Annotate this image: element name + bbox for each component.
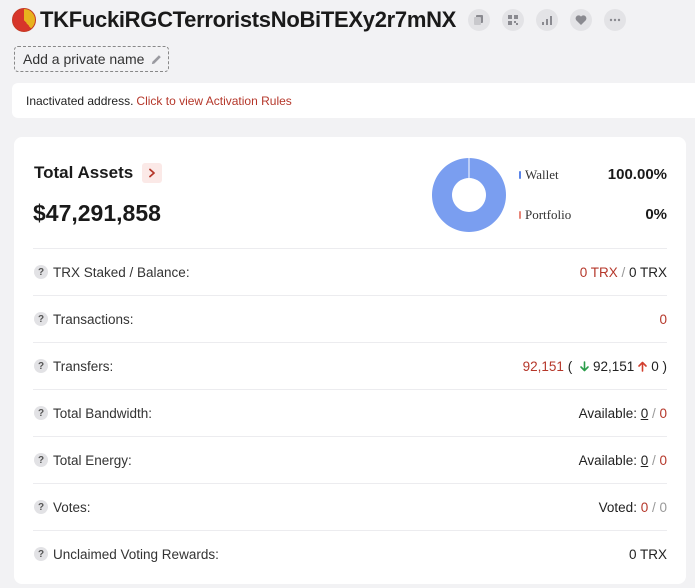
row-label: Total Energy: — [53, 452, 132, 468]
activation-rules-link[interactable]: Click to view Activation Rules — [136, 94, 291, 108]
row-label: Unclaimed Voting Rewards: — [53, 546, 219, 562]
page-header: TKFuckiRGCTerroristsNoBiTEXy2r7mNX — [12, 6, 692, 34]
row-label: Transactions: — [53, 311, 134, 327]
available-prefix: Available: — [578, 405, 641, 421]
legend-portfolio: Portfolio 0% — [519, 206, 667, 223]
staked-balance-value: 0 TRX / 0 TRX — [580, 265, 667, 280]
legend-portfolio-marker — [519, 210, 521, 219]
copy-icon — [474, 15, 484, 25]
legend-wallet-value: 100.00% — [607, 166, 667, 183]
chevron-right-icon — [149, 168, 156, 178]
assets-card: Total Assets $47,291,858 Wallet 100.00% … — [14, 137, 686, 584]
energy-available[interactable]: 0 — [641, 453, 649, 468]
row-trx-staked: ? TRX Staked / Balance: 0 TRX / 0 TRX — [33, 248, 667, 295]
row-total-energy: ? Total Energy: Available: 0 / 0 — [33, 436, 667, 483]
chart-button[interactable] — [536, 9, 559, 31]
transfers-in: 92,151 — [592, 358, 635, 374]
copy-button[interactable] — [468, 9, 491, 31]
legend-wallet-label: Wallet — [525, 166, 559, 182]
transactions-count[interactable]: 0 — [659, 312, 667, 327]
help-icon[interactable]: ? — [34, 453, 48, 467]
separator: / — [617, 264, 629, 280]
bandwidth-available[interactable]: 0 — [641, 406, 649, 421]
row-label: Votes: — [53, 499, 91, 515]
row-votes: ? Votes: Voted: 0 / 0 — [33, 483, 667, 530]
row-label: TRX Staked / Balance: — [53, 264, 190, 280]
energy-total: 0 — [659, 452, 667, 468]
transfers-out: 0 — [651, 358, 659, 374]
heart-icon — [575, 15, 587, 25]
help-icon[interactable]: ? — [34, 359, 48, 373]
legend-portfolio-value: 0% — [645, 206, 667, 223]
row-total-bandwidth: ? Total Bandwidth: Available: 0 / 0 — [33, 389, 667, 436]
row-transactions: ? Transactions: 0 — [33, 295, 667, 342]
qrcode-button[interactable] — [502, 9, 525, 31]
notice-text: Inactivated address. — [26, 93, 134, 108]
legend-wallet-marker — [519, 170, 521, 179]
legend-portfolio-label: Portfolio — [525, 206, 572, 222]
help-icon[interactable]: ? — [34, 265, 48, 279]
more-icon — [609, 18, 621, 22]
help-icon[interactable]: ? — [34, 500, 48, 514]
total-assets-title: Total Assets — [34, 163, 134, 182]
activation-notice: Inactivated address. Click to view Activ… — [12, 83, 695, 118]
more-button[interactable] — [604, 9, 627, 31]
paren-open: ( — [563, 358, 576, 374]
row-transfers: ? Transfers: 92,151 ( 92,151 0 ) — [33, 342, 667, 389]
separator: / — [648, 405, 660, 421]
total-assets-detail-button[interactable] — [142, 163, 163, 183]
row-unclaimed-rewards: ? Unclaimed Voting Rewards: 0 TRX — [33, 530, 667, 577]
total-assets-value: $47,291,858 — [33, 200, 161, 226]
help-icon[interactable]: ? — [34, 406, 48, 420]
bandwidth-value: Available: 0 / 0 — [579, 406, 667, 421]
arrow-up-icon — [637, 361, 648, 372]
help-icon[interactable]: ? — [34, 312, 48, 326]
votes-voted[interactable]: 0 — [641, 500, 649, 515]
assets-donut-chart — [432, 158, 506, 232]
chart-icon — [542, 16, 553, 25]
row-label: Total Bandwidth: — [53, 405, 153, 421]
balance-amount: 0 TRX — [628, 264, 667, 280]
separator: / — [648, 499, 660, 515]
unclaimed-rewards-value: 0 TRX — [628, 546, 667, 562]
voted-prefix: Voted: — [598, 499, 641, 515]
add-private-name-button[interactable]: Add a private name — [14, 46, 169, 72]
legend-wallet: Wallet 100.00% — [519, 166, 667, 183]
help-icon[interactable]: ? — [34, 547, 48, 561]
private-name-label: Add a private name — [23, 51, 145, 67]
separator: / — [648, 452, 660, 468]
staked-amount[interactable]: 0 TRX — [580, 265, 618, 280]
transfers-value: 92,151 ( 92,151 0 ) — [523, 359, 667, 374]
token-logo — [12, 8, 36, 32]
total-assets-heading: Total Assets — [34, 163, 163, 183]
qrcode-icon — [508, 15, 519, 25]
available-prefix: Available: — [578, 452, 641, 468]
transfers-total[interactable]: 92,151 — [523, 359, 564, 374]
account-stats: ? TRX Staked / Balance: 0 TRX / 0 TRX ? … — [33, 248, 667, 577]
votes-value: Voted: 0 / 0 — [599, 500, 667, 515]
row-label: Transfers: — [53, 358, 114, 374]
paren-close: ) — [658, 358, 668, 374]
account-address: TKFuckiRGCTerroristsNoBiTEXy2r7mNX — [40, 7, 457, 32]
pencil-icon — [150, 53, 163, 66]
energy-value: Available: 0 / 0 — [579, 453, 667, 468]
arrow-down-icon — [579, 360, 590, 372]
header-actions — [468, 9, 627, 31]
bandwidth-total: 0 — [659, 405, 667, 421]
favorite-button[interactable] — [570, 9, 593, 31]
votes-total: 0 — [659, 499, 667, 515]
